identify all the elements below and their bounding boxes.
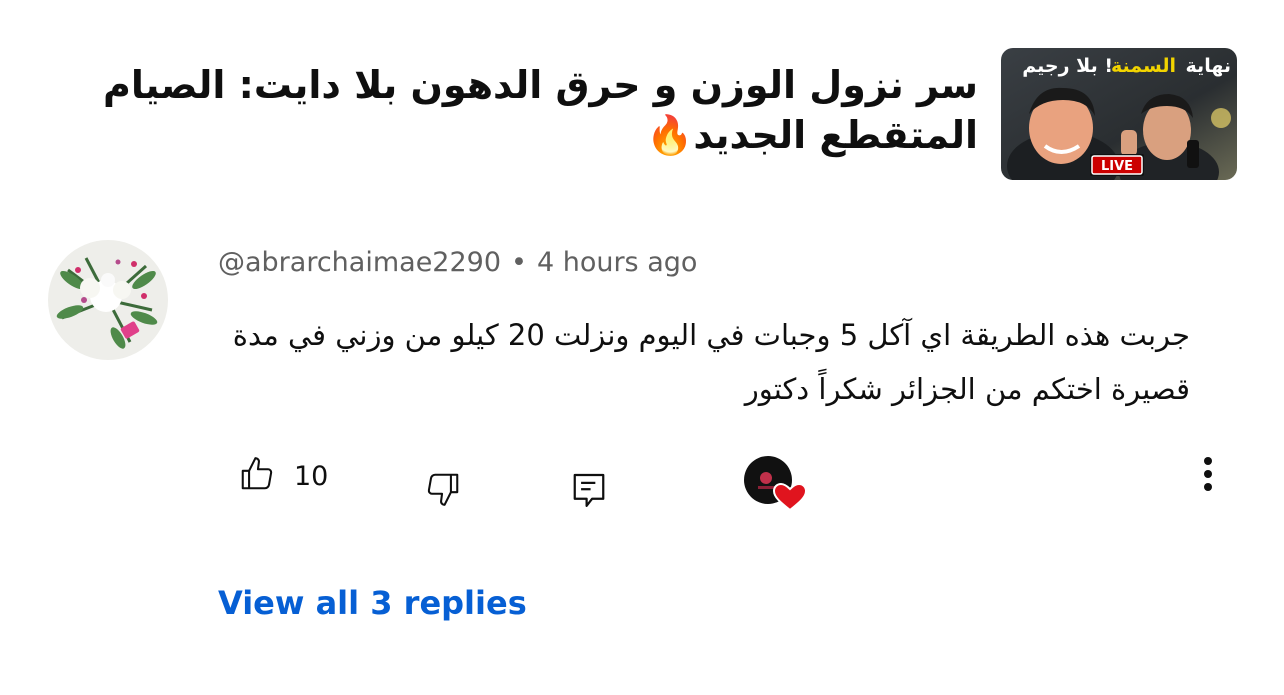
dislike-button[interactable] xyxy=(424,470,462,512)
comment-time[interactable]: 4 hours ago xyxy=(537,247,697,278)
more-vertical-icon xyxy=(1196,456,1220,500)
creator-heart[interactable] xyxy=(744,456,808,516)
meta-separator: • xyxy=(511,247,527,278)
like-button[interactable]: 10 xyxy=(238,455,328,497)
thumb-text-1: نهاية xyxy=(1186,55,1231,77)
video-title[interactable]: سر نزول الوزن و حرق الدهون بلا دايت: الص… xyxy=(38,60,978,160)
comment-author[interactable]: @abrarchaimae2290 xyxy=(218,247,501,278)
live-badge: LIVE xyxy=(1101,159,1133,174)
video-thumbnail[interactable]: نهاية السمنة بلا رجيم ! LIVE xyxy=(1001,48,1237,180)
reply-button[interactable] xyxy=(570,470,608,514)
like-count: 10 xyxy=(294,460,329,492)
comment-meta: @abrarchaimae2290 • 4 hours ago xyxy=(218,244,697,282)
thumbs-up-icon xyxy=(238,455,276,497)
thumb-text-2: السمنة xyxy=(1111,55,1176,77)
comment-text: جربت هذه الطريقة اي آكل 5 وجبات في اليوم… xyxy=(232,318,1190,406)
more-actions-button[interactable] xyxy=(1196,456,1220,500)
thumb-text-3: بلا رجيم ! xyxy=(1022,55,1113,77)
comment-icon xyxy=(570,470,608,514)
view-replies-link[interactable]: View all 3 replies xyxy=(218,584,527,622)
creator-heart-icon xyxy=(744,456,808,516)
thumbs-down-icon xyxy=(424,470,462,512)
comment-page: سر نزول الوزن و حرق الدهون بلا دايت: الص… xyxy=(0,0,1284,695)
avatar[interactable] xyxy=(48,240,168,360)
